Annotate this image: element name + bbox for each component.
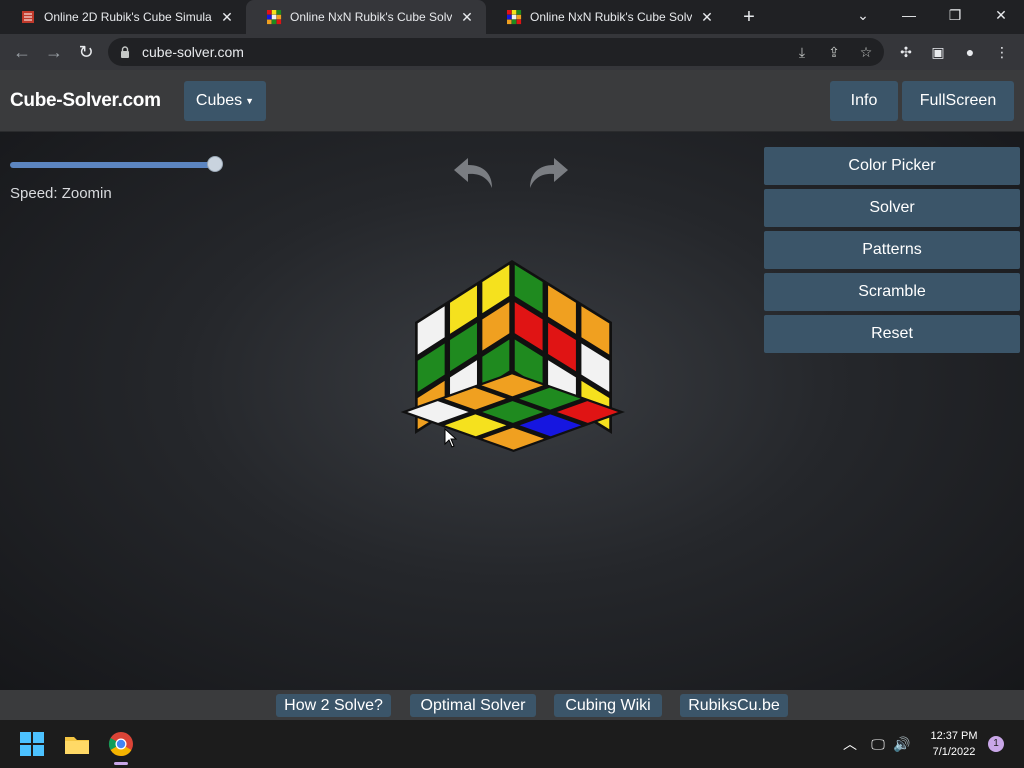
- cube-favicon-icon: [22, 11, 34, 23]
- clock-time: 12:37 PM: [930, 730, 978, 742]
- cubes-dropdown-button[interactable]: Cubes ▼: [184, 81, 266, 121]
- close-tab-icon[interactable]: ✕: [698, 9, 716, 26]
- footer-link-cubing-wiki[interactable]: Cubing Wiki: [554, 694, 662, 717]
- windows-start-icon[interactable]: [18, 730, 46, 758]
- tab-strip: Online 2D Rubik's Cube Simulato ✕ Online…: [0, 0, 1024, 34]
- back-arrow-icon[interactable]: ←: [10, 40, 34, 64]
- file-explorer-icon[interactable]: [63, 730, 91, 758]
- volume-icon[interactable]: 🔊: [892, 734, 912, 754]
- speed-label: Speed: Zoomin: [10, 185, 112, 202]
- patterns-button[interactable]: Patterns: [764, 231, 1020, 269]
- fullscreen-button[interactable]: FullScreen: [902, 81, 1014, 121]
- tab-title: Online 2D Rubik's Cube Simulato: [44, 10, 212, 24]
- browser-toolbar: ← → ↻ cube-solver.com ⤓ ⇪ ☆ ✣ ▣ ● ⋮: [0, 34, 1024, 70]
- url-text: cube-solver.com: [142, 44, 244, 60]
- chrome-icon[interactable]: [107, 730, 135, 758]
- close-tab-icon[interactable]: ✕: [458, 9, 476, 26]
- undo-icon[interactable]: [452, 154, 496, 190]
- cubes-label: Cubes: [195, 92, 243, 109]
- close-tab-icon[interactable]: ✕: [218, 9, 236, 26]
- footer-bar: How 2 Solve? Optimal Solver Cubing Wiki …: [0, 690, 1024, 720]
- share-icon[interactable]: ⇪: [826, 44, 842, 60]
- sidepanel-icon[interactable]: ▣: [928, 42, 948, 62]
- tab-title: Online NxN Rubik's Cube Solver: [290, 10, 452, 24]
- minimize-icon[interactable]: —: [886, 0, 932, 30]
- caret-down-icon: ▼: [245, 96, 255, 106]
- lock-icon: [121, 46, 129, 58]
- close-window-icon[interactable]: ✕: [978, 0, 1024, 30]
- solver-button[interactable]: Solver: [764, 189, 1020, 227]
- footer-link-rubikscube[interactable]: RubiksCu.be: [680, 694, 788, 717]
- star-icon[interactable]: ☆: [858, 44, 874, 60]
- network-icon[interactable]: 🖵: [868, 734, 888, 754]
- cube-favicon-icon: [507, 10, 522, 25]
- site-navbar: Cube-Solver.com Cubes ▼ Info FullScreen: [0, 70, 1024, 132]
- tab-3[interactable]: Online NxN Rubik's Cube Solver ✕: [486, 0, 726, 34]
- brand-logo[interactable]: Cube-Solver.com: [10, 90, 161, 112]
- address-bar[interactable]: cube-solver.com ⤓ ⇪ ☆: [108, 38, 884, 66]
- restore-icon[interactable]: ❐: [932, 0, 978, 30]
- puzzle-icon[interactable]: ✣: [896, 42, 916, 62]
- chevron-up-icon[interactable]: ︿: [840, 734, 860, 754]
- cube-favicon-icon: [267, 10, 282, 25]
- clock-date: 7/1/2022: [932, 746, 976, 758]
- new-tab-icon[interactable]: +: [738, 6, 760, 28]
- color-picker-button[interactable]: Color Picker: [764, 147, 1020, 185]
- active-app-indicator: [114, 762, 128, 765]
- install-icon[interactable]: ⤓: [794, 44, 810, 60]
- reload-icon[interactable]: ↻: [74, 40, 98, 64]
- cube-viewport[interactable]: Speed: Zoomin Color Picker Solver Patter…: [0, 132, 1024, 690]
- speed-slider[interactable]: [10, 156, 224, 172]
- kebab-menu-icon[interactable]: ⋮: [992, 42, 1012, 62]
- scramble-button[interactable]: Scramble: [764, 273, 1020, 311]
- tab-2[interactable]: Online NxN Rubik's Cube Solver ✕: [246, 0, 486, 34]
- reset-button[interactable]: Reset: [764, 315, 1020, 353]
- notification-badge[interactable]: 1: [988, 736, 1004, 752]
- taskbar: ︿ 🖵 🔊 12:37 PM 7/1/2022: [0, 720, 1024, 768]
- footer-link-how2solve[interactable]: How 2 Solve?: [276, 694, 391, 717]
- system-clock[interactable]: 12:37 PM 7/1/2022: [924, 728, 984, 760]
- tab-title: Online NxN Rubik's Cube Solver: [530, 10, 692, 24]
- profile-icon[interactable]: ●: [960, 42, 980, 62]
- mouse-cursor-icon: [444, 428, 458, 448]
- info-button[interactable]: Info: [830, 81, 898, 121]
- redo-icon[interactable]: [526, 154, 570, 190]
- footer-link-optimal-solver[interactable]: Optimal Solver: [410, 694, 536, 717]
- rubiks-cube[interactable]: [390, 252, 640, 512]
- tab-1[interactable]: Online 2D Rubik's Cube Simulato ✕: [0, 0, 246, 34]
- tab-search-icon[interactable]: ⌄: [840, 0, 886, 30]
- forward-arrow-icon[interactable]: →: [42, 40, 66, 64]
- slider-track[interactable]: [10, 162, 216, 168]
- slider-thumb[interactable]: [207, 156, 223, 172]
